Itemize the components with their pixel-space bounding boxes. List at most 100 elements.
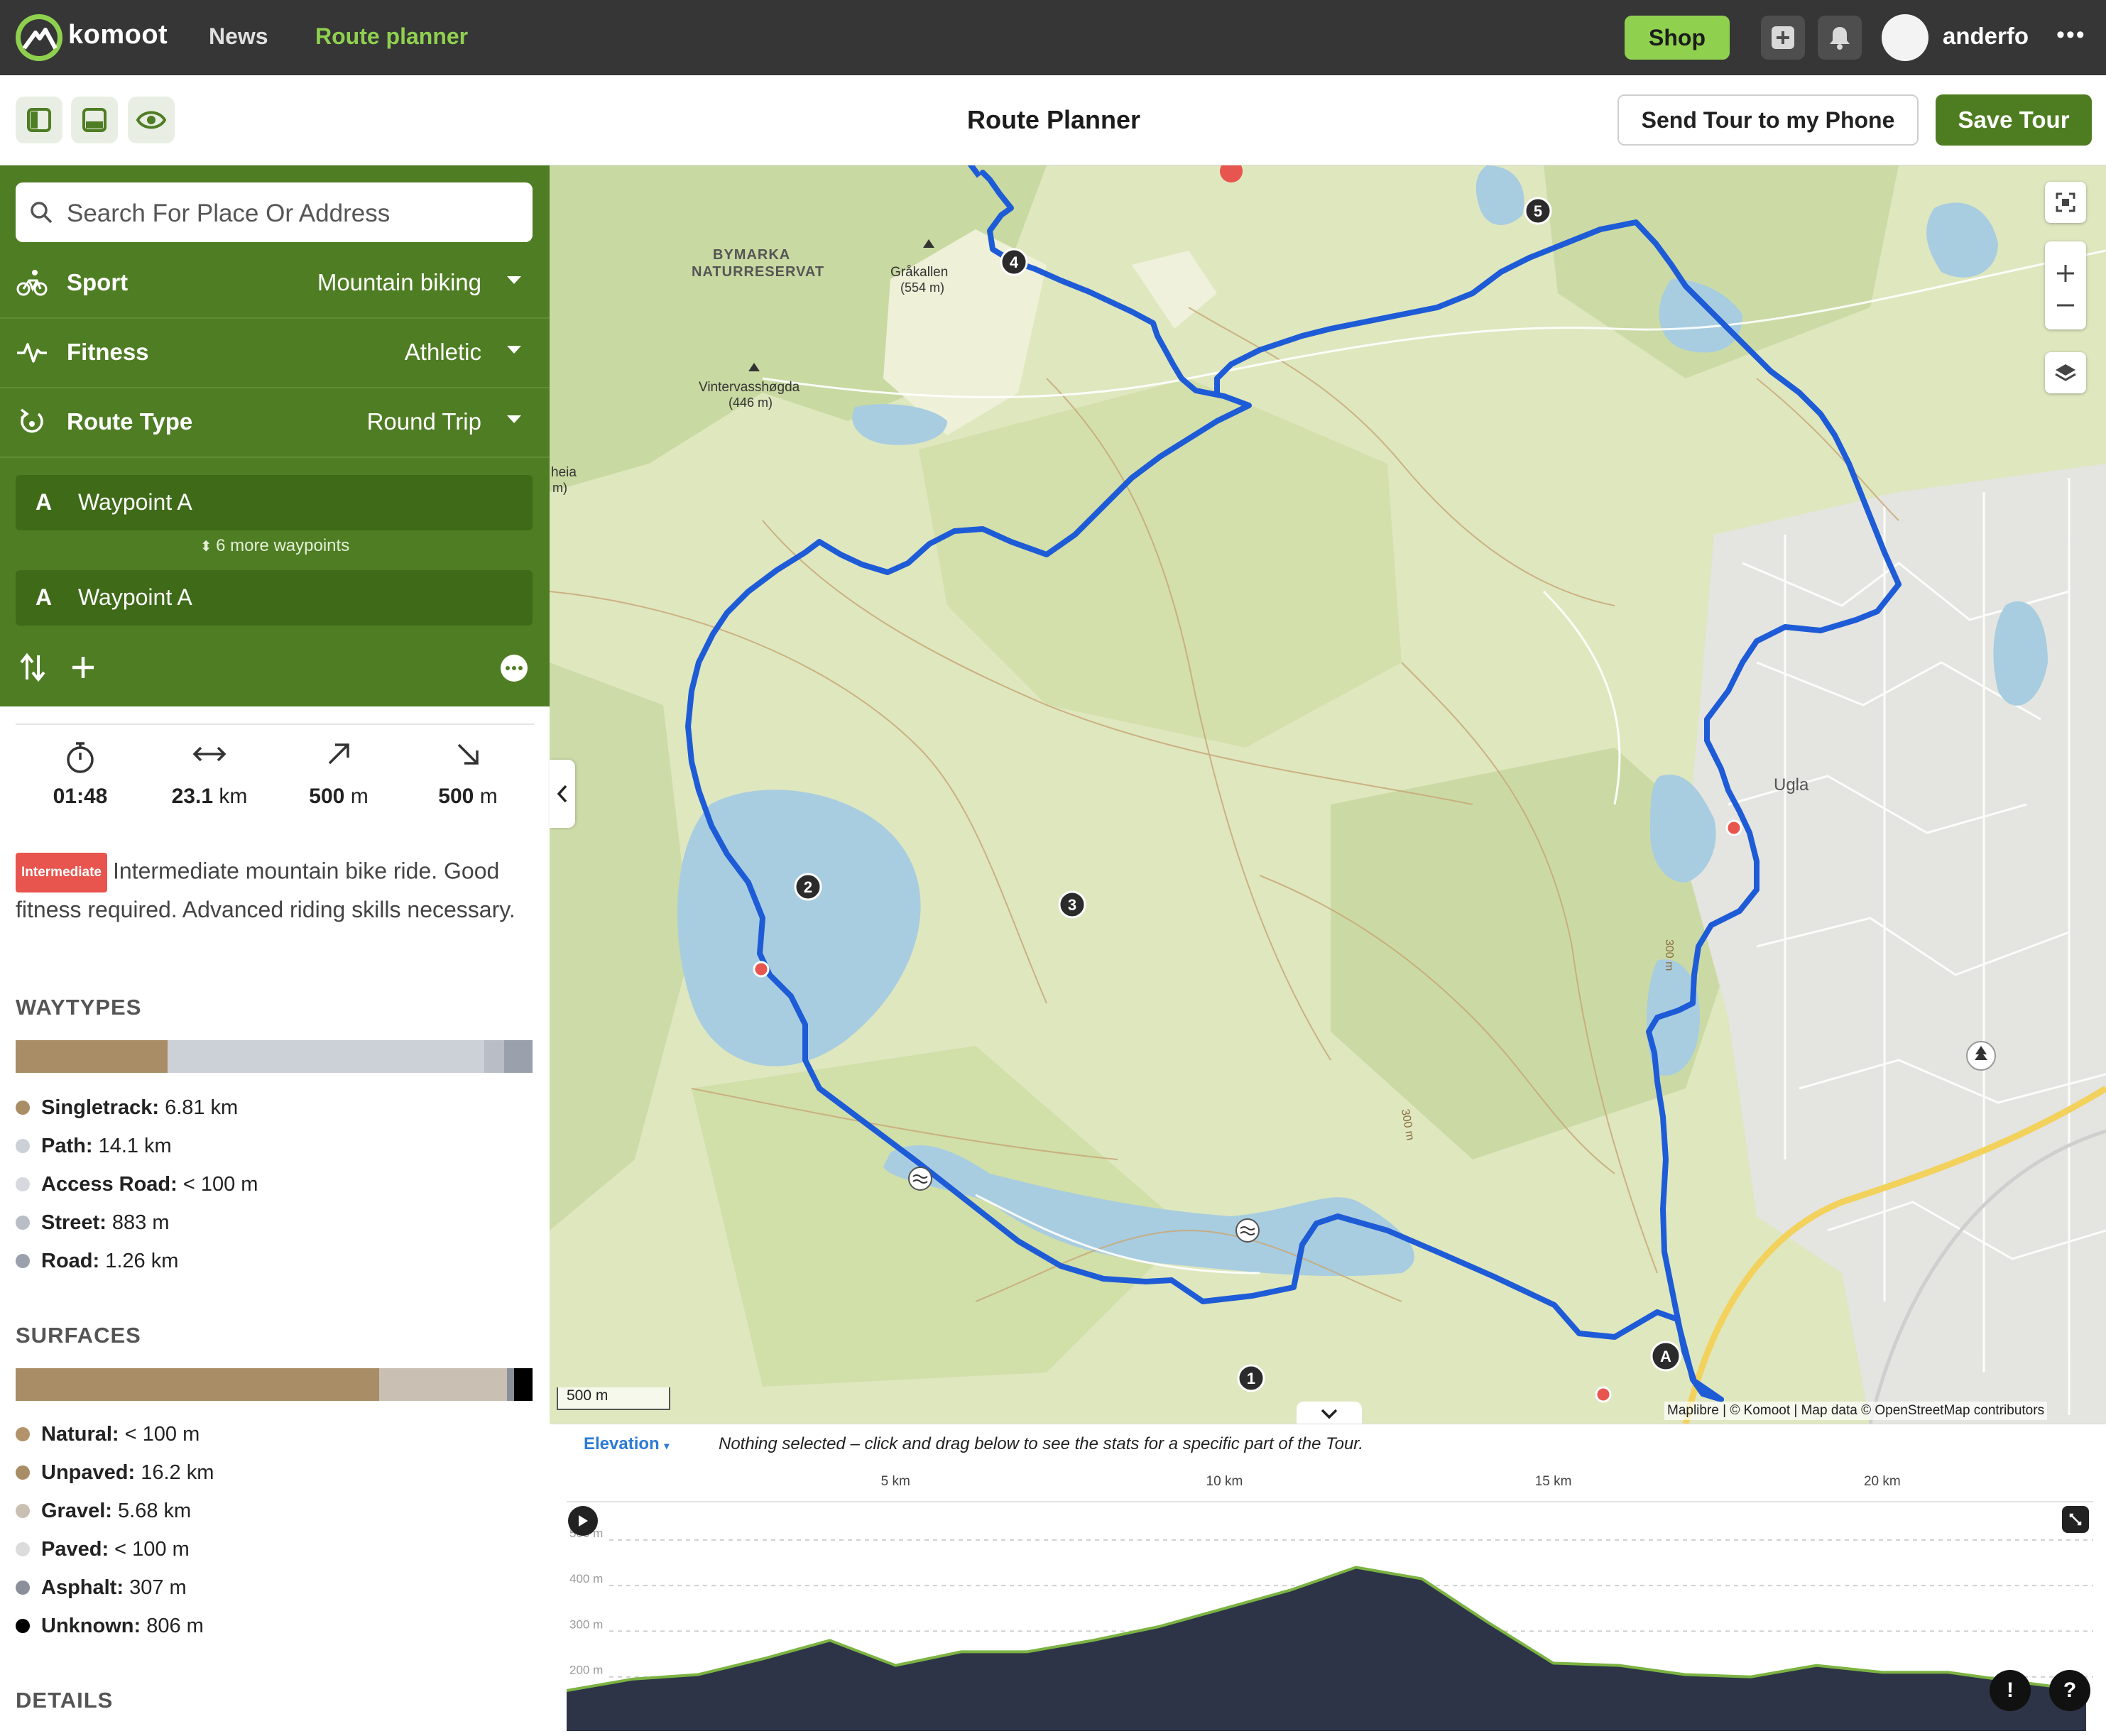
- create-button[interactable]: [1761, 16, 1805, 60]
- collapse-elevation-button[interactable]: [1297, 1402, 1362, 1426]
- send-tour-to-phone-button[interactable]: Send Tour to my Phone: [1617, 94, 1919, 146]
- surfaces-legend: Natural: < 100 m Unpaved: 16.2 km Gravel…: [16, 1415, 534, 1645]
- tour-description: Intermediate Intermediate mountain bike r…: [16, 853, 534, 927]
- waypoint-marker-3[interactable]: 3: [1058, 890, 1086, 919]
- help-button[interactable]: ?: [2049, 1670, 2090, 1711]
- map-label-ugla: Ugla: [1774, 775, 1809, 795]
- zoom-out-icon[interactable]: [2055, 302, 2076, 308]
- save-tour-button[interactable]: Save Tour: [1936, 94, 2092, 146]
- distance-tick-label: 15 km: [1535, 1474, 1572, 1489]
- plus-square-icon: [1772, 26, 1794, 49]
- map-contour-label: 300 m: [1663, 939, 1675, 971]
- fullscreen-button[interactable]: [2045, 182, 2086, 223]
- elevation-profile-chart[interactable]: 500 m400 m300 m200 m 5 km10 km15 km20 km: [567, 1460, 2093, 1734]
- duration-stat: 01:48: [16, 726, 145, 808]
- more-waypoints-toggle[interactable]: ⬍ 6 more waypoints: [0, 536, 550, 556]
- toggle-sidebar-button[interactable]: [16, 97, 62, 143]
- route-type-label: Route Type: [67, 408, 193, 435]
- more-options-icon[interactable]: [500, 654, 528, 682]
- elevation-dropdown[interactable]: Elevation ▾: [584, 1434, 669, 1454]
- downhill-value: 500 m: [438, 785, 498, 808]
- highlight-poi-icon[interactable]: [1725, 819, 1742, 836]
- divider: [16, 724, 534, 725]
- play-button[interactable]: [568, 1506, 598, 1536]
- toggle-elevation-panel-button[interactable]: [71, 97, 118, 143]
- chevron-left-icon: [557, 785, 567, 803]
- notifications-button[interactable]: [1818, 16, 1862, 60]
- brand-name[interactable]: komoot: [68, 20, 168, 50]
- waypoint-start-row[interactable]: A Waypoint A: [16, 475, 533, 530]
- waypoint-label: Waypoint A: [78, 584, 192, 610]
- report-issue-button[interactable]: !: [1990, 1670, 2031, 1711]
- avatar[interactable]: [1882, 14, 1928, 61]
- more-menu-icon[interactable]: •••: [2056, 21, 2086, 49]
- waypoint-letter: A: [36, 584, 53, 610]
- layers-icon: [2055, 364, 2076, 381]
- chevron-down-icon: [507, 346, 521, 354]
- fullscreen-icon: [2056, 192, 2075, 212]
- waytype-segment: [484, 1040, 504, 1073]
- route-type-selector[interactable]: Route Type Round Trip: [0, 388, 550, 458]
- exclamation-icon: !: [2007, 1678, 2014, 1702]
- surfaces-heading: SURFACES: [16, 1323, 141, 1348]
- map-label-naturreservat: NATURRESERVAT: [692, 264, 824, 280]
- nav-news-link[interactable]: News: [209, 23, 268, 50]
- surface-row: Unknown: 806 m: [16, 1607, 534, 1645]
- water-poi-icon[interactable]: [1235, 1218, 1260, 1243]
- preview-button[interactable]: [128, 97, 175, 143]
- distance-tick-label: 10 km: [1206, 1474, 1243, 1489]
- fitness-selector[interactable]: Fitness Athletic: [0, 319, 550, 388]
- map-label-grakallen-alt: (554 m): [900, 280, 944, 295]
- map-attribution[interactable]: Maplibre | © Komoot | Map data © OpenStr…: [1664, 1402, 2048, 1420]
- play-icon: [579, 1515, 588, 1527]
- collapse-sidebar-button[interactable]: [550, 760, 575, 828]
- waytypes-heading: WAYTYPES: [16, 995, 142, 1020]
- water-poi-icon[interactable]: [908, 1167, 932, 1191]
- expand-icon: [2069, 1513, 2082, 1526]
- waypoint-marker-5[interactable]: 5: [1524, 197, 1552, 225]
- waypoint-marker-label: 5: [1534, 202, 1542, 220]
- waypoint-end-row[interactable]: A Waypoint A: [16, 570, 533, 626]
- map-label-grakallen: Gråkallen: [890, 265, 948, 280]
- waytype-row: Path: 14.1 km: [16, 1127, 534, 1165]
- uphill-arrow-icon: [328, 743, 349, 765]
- elevation-panel[interactable]: Elevation ▾ Nothing selected – click and…: [550, 1424, 2106, 1736]
- layers-button[interactable]: [2045, 352, 2086, 393]
- search-placeholder: Search For Place Or Address: [67, 200, 391, 227]
- waytype-row: Access Road: < 100 m: [16, 1165, 534, 1203]
- expand-arrows-icon: ⬍: [200, 539, 217, 555]
- add-waypoint-icon[interactable]: [70, 654, 97, 681]
- map-label-bymarka: BYMARKA: [713, 247, 790, 263]
- reverse-route-icon[interactable]: [18, 653, 47, 682]
- zoom-in-icon[interactable]: [2055, 263, 2076, 284]
- waypoint-marker-2[interactable]: 2: [794, 873, 822, 901]
- waypoint-marker-4[interactable]: 4: [1000, 248, 1028, 276]
- waypoint-marker-1[interactable]: 1: [1237, 1364, 1265, 1392]
- highlight-poi-icon[interactable]: [1595, 1386, 1612, 1403]
- nav-route-planner-link[interactable]: Route planner: [315, 23, 468, 50]
- bell-icon: [1830, 27, 1850, 50]
- difficulty-badge: Intermediate: [16, 853, 107, 892]
- zoom-controls: [2045, 241, 2086, 329]
- highlight-poi-icon[interactable]: [753, 961, 770, 978]
- sport-selector[interactable]: Sport Mountain biking: [0, 249, 550, 319]
- search-input[interactable]: Search For Place Or Address: [16, 182, 533, 242]
- waypoint-marker-label: 3: [1068, 896, 1076, 914]
- chevron-down-icon: [507, 415, 521, 423]
- waytype-segment: [16, 1040, 168, 1073]
- username[interactable]: anderfo: [1943, 23, 2029, 50]
- elevation-selection-message: Nothing selected – click and drag below …: [719, 1434, 1364, 1453]
- waytypes-bar: [16, 1040, 533, 1073]
- distance-tick-label: 5 km: [881, 1474, 910, 1489]
- map-canvas[interactable]: 1 2 3 4 5 A BYMARKA NATURRESERVAT Gråkallen (…: [550, 165, 2106, 1424]
- shop-button[interactable]: Shop: [1625, 16, 1730, 60]
- waytype-row: Singletrack: 6.81 km: [16, 1088, 534, 1127]
- map-label-heia: heia: [551, 465, 577, 480]
- route-map[interactable]: 1 2 3 4 5 A BYMARKA NATURRESERVAT Gråkallen (…: [550, 165, 2106, 1424]
- duration-value: 01:48: [53, 785, 108, 808]
- waypoint-marker-a[interactable]: A: [1650, 1341, 1681, 1372]
- surface-segment: [16, 1368, 379, 1401]
- komoot-logo-icon[interactable]: [14, 13, 64, 62]
- expand-chart-button[interactable]: [2062, 1506, 2089, 1533]
- downhill-stat: 500 m: [403, 726, 533, 808]
